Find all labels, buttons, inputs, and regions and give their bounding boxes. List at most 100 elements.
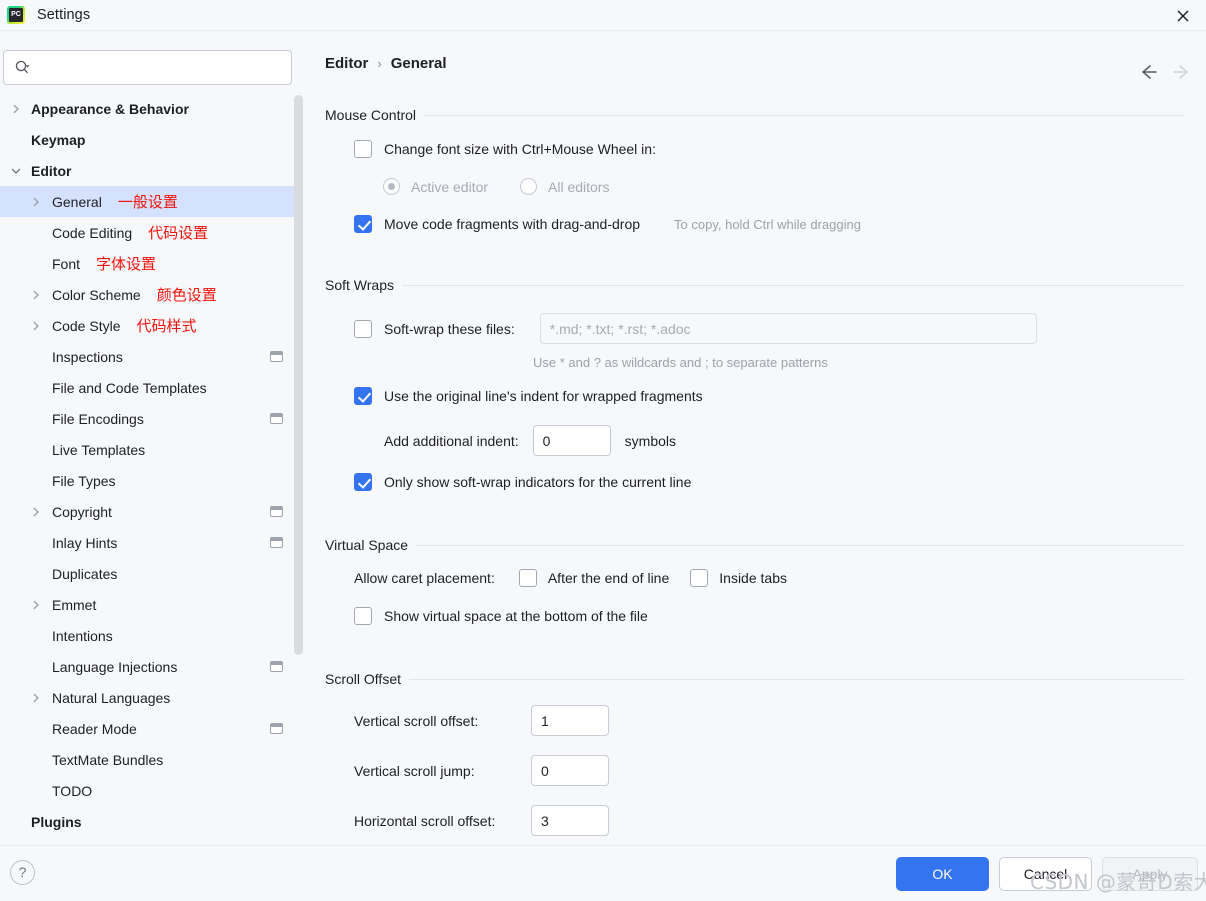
- chevron-right-icon[interactable]: [29, 691, 43, 705]
- sidebar-item-inlay-hints[interactable]: Inlay Hints: [0, 527, 303, 558]
- sidebar-item-duplicates[interactable]: Duplicates: [0, 558, 303, 589]
- soft-wrap-files-checkbox[interactable]: [354, 319, 372, 338]
- breadcrumb-parent[interactable]: Editor: [325, 55, 368, 72]
- arrow-right-icon[interactable]: [1168, 57, 1198, 87]
- sidebar-item-annotation: 颜色设置: [156, 286, 217, 304]
- sidebar-item-appearance-behavior[interactable]: Appearance & Behavior: [0, 93, 303, 124]
- show-virtual-space-label: Show virtual space at the bottom of the …: [384, 608, 648, 624]
- sidebar-item-annotation: 字体设置: [96, 255, 157, 273]
- sidebar-item-file-encodings[interactable]: File Encodings: [0, 403, 303, 434]
- section-divider: [409, 678, 1185, 680]
- sidebar-item-label: Inlay Hints: [52, 534, 118, 551]
- only-current-line-checkbox[interactable]: [354, 473, 372, 491]
- sidebar-scrollbar-thumb[interactable]: [294, 95, 303, 655]
- sidebar-item-natural-languages[interactable]: Natural Languages: [0, 682, 303, 713]
- drag-and-drop-checkbox[interactable]: [354, 215, 372, 233]
- wildcards-hint-row: Use * and ? as wildcards and ; to separa…: [533, 355, 828, 370]
- sidebar-item-keymap[interactable]: Keymap: [0, 124, 303, 155]
- vertical-scroll-jump-row[interactable]: Vertical scroll jump:: [354, 755, 609, 786]
- active-editor-radio[interactable]: [383, 178, 400, 195]
- sidebar-item-plugins[interactable]: Plugins: [0, 806, 303, 837]
- question-mark-icon[interactable]: ?: [10, 860, 35, 885]
- sidebar-item-annotation: 代码样式: [136, 317, 197, 335]
- section-divider: [424, 114, 1185, 116]
- additional-indent-row[interactable]: Add additional indent: symbols: [384, 425, 676, 456]
- settings-content-panel: Editor › General Mouse Control Change fo…: [303, 31, 1206, 845]
- sidebar-item-color-scheme[interactable]: Color Scheme 颜色设置: [0, 279, 303, 310]
- inside-tabs-checkbox[interactable]: [690, 569, 709, 587]
- section-virtual-space: Virtual Space: [325, 537, 1185, 553]
- vertical-scroll-jump-input[interactable]: [531, 755, 609, 786]
- sidebar-item-intentions[interactable]: Intentions: [0, 620, 303, 651]
- sidebar-item-todo[interactable]: TODO: [0, 775, 303, 806]
- sidebar-item-emmet[interactable]: Emmet: [0, 589, 303, 620]
- original-indent-checkbox[interactable]: [354, 387, 372, 405]
- sidebar-item-label: TODO: [52, 782, 93, 799]
- sidebar-item-label: Live Templates: [52, 441, 146, 458]
- search-field-wrapper[interactable]: [3, 50, 292, 85]
- soft-wrap-files-row[interactable]: Soft-wrap these files:: [354, 313, 1037, 344]
- sidebar-item-label: Emmet: [52, 596, 97, 613]
- chevron-right-icon[interactable]: [29, 319, 43, 333]
- title-bar: Settings: [0, 0, 1206, 31]
- vertical-scroll-offset-row[interactable]: Vertical scroll offset:: [354, 705, 609, 736]
- drag-and-drop-row[interactable]: Move code fragments with drag-and-drop T…: [354, 215, 861, 233]
- project-scope-badge-icon: [270, 537, 283, 548]
- project-scope-badge-icon: [270, 661, 283, 672]
- only-current-line-row[interactable]: Only show soft-wrap indicators for the c…: [354, 473, 691, 491]
- sidebar-item-annotation: 代码设置: [148, 224, 209, 242]
- sidebar-item-live-templates[interactable]: Live Templates: [0, 434, 303, 465]
- sidebar-item-file-types[interactable]: File Types: [0, 465, 303, 496]
- chevron-right-icon[interactable]: [29, 195, 43, 209]
- original-indent-row[interactable]: Use the original line's indent for wrapp…: [354, 387, 703, 405]
- sidebar-item-file-and-code-templates[interactable]: File and Code Templates: [0, 372, 303, 403]
- sidebar-item-language-injections[interactable]: Language Injections: [0, 651, 303, 682]
- change-font-size-row[interactable]: Change font size with Ctrl+Mouse Wheel i…: [354, 140, 656, 158]
- horizontal-scroll-offset-input[interactable]: [531, 805, 609, 836]
- sidebar-item-inspections[interactable]: Inspections: [0, 341, 303, 372]
- chevron-down-icon[interactable]: [9, 164, 23, 178]
- sidebar-item-copyright[interactable]: Copyright: [0, 496, 303, 527]
- dialog-footer: ? OK Cancel Apply: [0, 845, 1206, 901]
- all-editors-radio[interactable]: [520, 178, 537, 195]
- horizontal-scroll-offset-row[interactable]: Horizontal scroll offset:: [354, 805, 609, 836]
- arrow-left-icon[interactable]: [1132, 57, 1162, 87]
- soft-wrap-files-input[interactable]: [539, 313, 1037, 344]
- chevron-right-icon[interactable]: [29, 598, 43, 612]
- sidebar-item-label: Natural Languages: [52, 689, 171, 706]
- show-virtual-space-row[interactable]: Show virtual space at the bottom of the …: [354, 607, 648, 625]
- active-editor-radio-row[interactable]: Active editor: [383, 178, 488, 195]
- sidebar-item-code-editing[interactable]: Code Editing 代码设置: [0, 217, 303, 248]
- sidebar-item-reader-mode[interactable]: Reader Mode: [0, 713, 303, 744]
- vertical-scroll-offset-input[interactable]: [531, 705, 609, 736]
- chevron-right-icon[interactable]: [9, 102, 23, 116]
- show-virtual-space-checkbox[interactable]: [354, 607, 372, 625]
- additional-indent-input[interactable]: [532, 425, 611, 456]
- sidebar-item-annotation: 一般设置: [117, 193, 178, 211]
- search-input[interactable]: [31, 51, 291, 84]
- sidebar-scrollbar-track[interactable]: [294, 93, 303, 750]
- sidebar-item-label: General: [52, 194, 102, 210]
- allow-caret-row: Allow caret placement: After the end of …: [354, 569, 787, 587]
- sidebar-item-label: Font: [52, 256, 81, 272]
- sidebar-item-label: File and Code Templates: [52, 379, 207, 396]
- change-font-size-checkbox[interactable]: [354, 140, 372, 158]
- sidebar-item-label: Appearance & Behavior: [31, 100, 189, 117]
- close-icon[interactable]: [1170, 3, 1196, 29]
- all-editors-radio-row[interactable]: All editors: [520, 178, 609, 195]
- settings-tree[interactable]: Appearance & Behavior Keymap Editor General…: [0, 93, 303, 845]
- chevron-right-icon[interactable]: [29, 505, 43, 519]
- sidebar-item-general[interactable]: General 一般设置: [0, 186, 303, 217]
- additional-indent-label: Add additional indent:: [384, 432, 519, 449]
- sidebar-item-font[interactable]: Font 字体设置: [0, 248, 303, 279]
- drag-and-drop-hint: To copy, hold Ctrl while dragging: [674, 216, 861, 232]
- after-end-of-line-checkbox[interactable]: [518, 569, 537, 587]
- section-scroll-offset: Scroll Offset: [325, 671, 1185, 687]
- ok-button[interactable]: OK: [896, 857, 989, 891]
- sidebar-item-label: Code Style: [52, 318, 121, 334]
- sidebar-item-code-style[interactable]: Code Style 代码样式: [0, 310, 303, 341]
- breadcrumb: Editor › General: [325, 55, 447, 72]
- sidebar-item-textmate-bundles[interactable]: TextMate Bundles: [0, 744, 303, 775]
- sidebar-item-editor[interactable]: Editor: [0, 155, 303, 186]
- chevron-right-icon[interactable]: [29, 288, 43, 302]
